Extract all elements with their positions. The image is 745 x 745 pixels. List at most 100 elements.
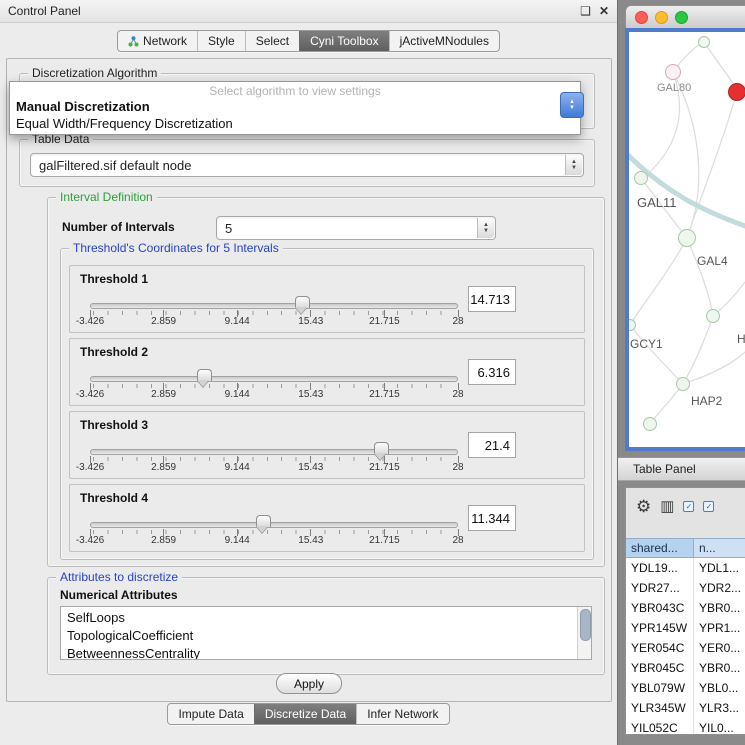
interval-definition-group: Interval Definition Number of Intervals … [47,197,605,567]
apply-button[interactable]: Apply [276,673,342,694]
network-view-window: GAL80GAL11GAL4GCY1HAP2H [625,5,745,451]
num-intervals-stepper-icon[interactable]: ▲▼ [477,218,494,238]
network-node[interactable] [676,377,690,391]
thresholds-group-title: Threshold's Coordinates for 5 Intervals [69,241,283,255]
scale-label: 2.859 [151,535,176,546]
table-cell: YBR045C [626,658,694,678]
table-row[interactable]: YBR045CYBR0... [626,658,745,678]
scale-label: 21.715 [369,462,400,473]
threshold-slider[interactable] [90,369,458,391]
attributes-scrollbar[interactable] [577,607,591,659]
table-row[interactable]: YPR145WYPR1... [626,618,745,638]
table-panel-header[interactable]: Table Panel [618,457,745,481]
network-node[interactable] [643,417,657,431]
threshold-value-field[interactable]: 14.713 [468,286,516,312]
bottom-tab-row: Impute Data Discretize Data Infer Network [0,703,617,725]
tab-style[interactable]: Style [197,31,245,51]
tab-jactivemnodules[interactable]: jActiveMNodules [389,31,499,51]
column-chooser-icon[interactable]: ▥ [660,499,674,514]
threshold-slider[interactable] [90,515,458,537]
float-window-icon[interactable]: ❑ [580,4,591,18]
list-item[interactable]: TopologicalCoefficient [61,627,591,645]
threshold-panel: Threshold 1-3.4262.8599.14415.4321.71528… [69,265,585,333]
scale-label: 2.859 [151,389,176,400]
list-item[interactable]: BetweennessCentrality [61,645,591,660]
network-node[interactable] [728,83,745,101]
network-node[interactable] [634,171,648,185]
table-cell: YDR2... [694,578,745,598]
num-intervals-combo[interactable]: 5 ▲▼ [216,216,496,240]
network-node[interactable] [678,229,696,247]
slider-thumb[interactable] [374,442,389,454]
slider-thumb[interactable] [256,515,271,527]
scale-label: 21.715 [369,535,400,546]
table-row[interactable]: YLR345WYLR3... [626,698,745,718]
close-window-icon[interactable]: ✕ [599,4,609,18]
network-node[interactable] [698,36,710,48]
scale-label: 15.43 [298,316,323,327]
thresholds-group: Threshold's Coordinates for 5 Intervals … [60,248,594,560]
threshold-panel: Threshold 4-3.4262.8599.14415.4321.71528… [69,484,585,552]
table-cell: YIL0... [694,718,745,734]
network-canvas[interactable]: GAL80GAL11GAL4GCY1HAP2H [629,32,745,447]
threshold-value-field[interactable]: 11.344 [468,505,516,531]
bottom-tabs: Impute Data Discretize Data Infer Network [167,703,449,725]
algorithm-combo-stepper-icon[interactable]: ▲▼ [560,92,584,118]
scale-label: 9.144 [225,462,250,473]
column-header[interactable]: n... [694,538,745,558]
threshold-slider[interactable] [90,442,458,464]
tab-infer-network[interactable]: Infer Network [356,704,448,724]
numerical-attributes-label: Numerical Attributes [60,588,178,602]
threshold-panel: Threshold 2-3.4262.8599.14415.4321.71528… [69,338,585,406]
table-row[interactable]: YER054CYER0... [626,638,745,658]
interval-definition-title: Interval Definition [56,190,157,204]
tab-label: Discretize Data [265,707,346,721]
column-header[interactable]: shared... [626,538,694,558]
threshold-value-field[interactable]: 6.316 [468,359,516,385]
threshold-slider[interactable] [90,296,458,318]
table-cell: YPR145W [626,618,694,638]
tab-label: Network [143,34,187,48]
minimize-traffic-light-icon[interactable] [655,11,668,24]
table-header-row: shared...n... [626,538,745,558]
dropdown-option-equal-width-frequency-discretization[interactable]: Equal Width/Frequency Discretization [10,115,580,132]
select-all-checkbox-icon[interactable]: ✓ [683,501,694,512]
tab-label: Infer Network [367,707,438,721]
tab-network[interactable]: Network [118,31,197,51]
dropdown-options: Manual DiscretizationEqual Width/Frequen… [10,98,580,132]
table-row[interactable]: YDL19...YDL1... [626,558,745,578]
scrollbar-thumb[interactable] [580,609,591,641]
threshold-value-field[interactable]: 21.4 [468,432,516,458]
table-row[interactable]: YBR043CYBR0... [626,598,745,618]
scale-label: 2.859 [151,462,176,473]
tab-cyni-toolbox[interactable]: Cyni Toolbox [299,31,388,51]
table-row[interactable]: YDR27...YDR2... [626,578,745,598]
list-item[interactable]: SelfLoops [61,609,591,627]
table-cell: YPR1... [694,618,745,638]
scale-label: 2.859 [151,316,176,327]
gear-icon[interactable]: ⚙ [636,498,651,515]
tab-impute-data[interactable]: Impute Data [168,704,253,724]
control-panel-titlebar[interactable]: Control Panel ❑ ✕ [0,0,617,23]
table-toolbar: ⚙ ▥ ✓ ✓ [626,488,745,524]
num-intervals-value: 5 [225,221,232,236]
network-window-titlebar[interactable] [625,5,745,28]
slider-thumb[interactable] [197,369,212,381]
network-node[interactable] [665,64,681,80]
table-row[interactable]: YBL079WYBL0... [626,678,745,698]
dropdown-option-manual-discretization[interactable]: Manual Discretization [10,98,580,115]
table-data-stepper-icon[interactable]: ▲▼ [565,155,582,175]
attributes-listbox[interactable]: SelfLoopsTopologicalCoefficientBetweenne… [60,606,592,660]
close-traffic-light-icon[interactable] [635,11,648,24]
select-rows-checkbox-icon[interactable]: ✓ [703,501,714,512]
node-label: HAP2 [691,394,722,408]
network-node[interactable] [706,309,720,323]
slider-thumb[interactable] [295,296,310,308]
table-data-combo[interactable]: galFiltered.sif default node ▲▼ [30,153,584,177]
threshold-label: Threshold 4 [80,491,148,505]
zoom-traffic-light-icon[interactable] [675,11,688,24]
tab-discretize-data[interactable]: Discretize Data [254,704,356,724]
table-cell: YIL052C [626,718,694,734]
table-row[interactable]: YIL052CYIL0... [626,718,745,734]
tab-select[interactable]: Select [245,31,299,51]
